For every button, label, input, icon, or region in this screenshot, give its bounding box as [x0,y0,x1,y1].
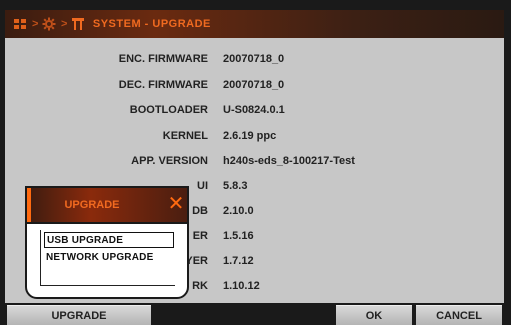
info-label: ENC. FIRMWARE [118,53,208,65]
breadcrumb-separator: > [60,18,68,30]
info-value: h240s-eds_8-100217-Test [223,155,355,167]
info-value: 2.10.0 [223,205,254,217]
menu-grid-icon[interactable] [13,17,27,31]
tools-icon [71,18,84,30]
gear-icon[interactable] [42,17,56,31]
info-value: U-S0824.0.1 [223,104,285,116]
close-icon[interactable]: ✕ [167,194,185,214]
upgrade-button[interactable]: UPGRADE [7,305,151,325]
info-value: 2.6.19 ppc [223,130,277,142]
app-window: > > SYSTEM - UPGRADE ENC. FIRMWARE 20070… [0,0,511,325]
upgrade-dialog: UPGRADE ✕ USB UPGRADE NETWORK UPGRADE [25,186,189,299]
network-upgrade-option[interactable]: NETWORK UPGRADE [44,250,174,266]
usb-upgrade-option[interactable]: USB UPGRADE [44,232,174,248]
info-value: 5.8.3 [223,180,248,192]
dialog-header: UPGRADE ✕ [27,188,187,224]
info-row-dec-firmware: DEC. FIRMWARE 20070718_0 [5,76,504,96]
breadcrumb-separator: > [32,18,39,30]
info-label: APP. VERSION [131,155,208,167]
info-row-enc-firmware: ENC. FIRMWARE 20070718_0 [5,50,504,70]
upgrade-options-list: USB UPGRADE NETWORK UPGRADE [40,230,175,286]
info-value: 1.7.12 [223,255,254,267]
info-label: UI [197,180,208,192]
ok-button[interactable]: OK [336,305,412,325]
info-label: KERNEL [162,130,208,142]
info-label: ER [192,230,208,242]
dialog-title: UPGRADE [64,199,120,211]
info-label: BOOTLOADER [129,104,208,116]
info-row-kernel: KERNEL 2.6.19 ppc [5,127,504,147]
page-title: SYSTEM - UPGRADE [92,18,211,30]
info-value: 1.10.12 [223,280,260,292]
info-row-app-version: APP. VERSION h240s-eds_8-100217-Test [5,152,504,172]
info-row-bootloader: BOOTLOADER U-S0824.0.1 [5,101,504,121]
cancel-button[interactable]: CANCEL [416,305,502,325]
info-value: 1.5.16 [223,230,254,242]
breadcrumb: > > SYSTEM - UPGRADE [13,17,211,31]
info-value: 20070718_0 [223,53,285,65]
title-bar: > > SYSTEM - UPGRADE [5,10,504,38]
info-label: DEC. FIRMWARE [118,79,208,91]
info-label: DB [192,205,208,217]
info-value: 20070718_0 [223,79,285,91]
info-label: RK [192,280,208,292]
